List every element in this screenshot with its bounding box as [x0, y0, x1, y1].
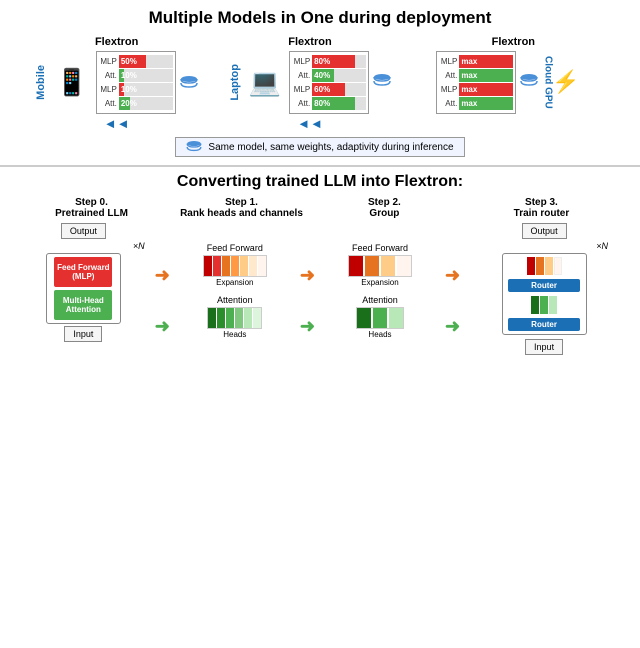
step2-att-label: Attention [362, 295, 398, 305]
diagram-row: Output ×N Feed Forward(MLP) Multi-HeadAt… [10, 223, 630, 355]
step2-ff-label: Feed Forward [352, 243, 408, 253]
step3-input-box: Input [525, 339, 563, 355]
arrow-ff-right-2: ➜ [300, 265, 315, 286]
step1-content: Feed Forward Expansion Attention [172, 223, 298, 339]
step1-att-label: Attention [217, 295, 253, 305]
bottom-section: Converting trained LLM into Flextron: St… [0, 167, 640, 648]
step2-header: Step 2. Group [314, 197, 455, 219]
device-label-laptop: Laptop [229, 64, 241, 101]
main-container: Multiple Models in One during deployment… [0, 0, 640, 648]
step1-heads-bars [207, 307, 262, 329]
arrows-mobile: ◄◄ [104, 116, 130, 131]
step2-content: Feed Forward Expansion Attention [317, 223, 443, 339]
model-bars-1: MLP50% Att.10% MLP10% Att.20% [96, 51, 176, 114]
step3-times-n: ×N [596, 241, 608, 251]
arrow-ff-right: ➜ [155, 265, 170, 286]
step1-expansion-bars [203, 255, 267, 277]
arrows-1-2: ➜ ➜ [300, 223, 315, 337]
arrow-att-right-3: ➜ [445, 316, 460, 337]
arrow-att-right-2: ➜ [300, 316, 315, 337]
bottom-title: Converting trained LLM into Flextron: [10, 173, 630, 191]
step2-heads-label: Heads [368, 330, 391, 339]
ff-mlp-block: Feed Forward(MLP) [54, 257, 112, 287]
phone-icon: 📱 [55, 67, 87, 98]
device-label-cloud: ⚡ Cloud GPU [542, 56, 579, 109]
step-headers: Step 0. Pretrained LLM Step 1. Rank head… [10, 197, 630, 219]
model-bars-3: MLPmax Att.max MLPmax Att.max [436, 51, 516, 114]
step3-content: Output ×N Router [462, 223, 626, 355]
step3-router-att: Router [508, 318, 580, 331]
arrows-laptop: ◄◄ [297, 116, 323, 131]
step0-content: Output ×N Feed Forward(MLP) Multi-HeadAt… [14, 223, 153, 342]
llm-box: Feed Forward(MLP) Multi-HeadAttention [46, 253, 121, 324]
model-inner-2: Laptop 💻 MLP80% Att.40% MLP60% Att.80% [229, 51, 391, 114]
step1-heads-label: Heads [223, 330, 246, 339]
step1-expansion-label: Expansion [216, 278, 253, 287]
legend-box: Same model, same weights, adaptivity dur… [175, 137, 464, 157]
mha-block: Multi-HeadAttention [54, 290, 112, 320]
model-bars-2: MLP80% Att.40% MLP60% Att.80% [289, 51, 369, 114]
model-col-mobile: Flextron Mobile 📱 MLP50% Att.10% MLP10% … [47, 36, 187, 131]
model-inner-1: Mobile 📱 MLP50% Att.10% MLP10% Att.20% [35, 51, 197, 114]
step2-heads-bars [356, 307, 404, 329]
model-label-1: Flextron [95, 36, 138, 48]
step3-box: Router Router [502, 253, 587, 335]
step3-output-box: Output [522, 223, 567, 239]
step3-ff-bars [527, 257, 562, 275]
step1-header: Step 1. Rank heads and channels [171, 197, 312, 219]
device-label-mobile: Mobile [35, 65, 47, 100]
output-box: Output [61, 223, 106, 239]
model-col-cloud: Flextron MLPmax Att.max MLPmax Att.max ⚡… [433, 36, 593, 114]
legend-text: Same model, same weights, adaptivity dur… [208, 142, 453, 153]
arrows-0-1: ➜ ➜ [155, 223, 170, 337]
model-inner-3: MLPmax Att.max MLPmax Att.max ⚡ Cloud GP… [436, 51, 590, 114]
model-label-2: Flextron [288, 36, 331, 48]
step2-ff: Feed Forward Expansion [348, 243, 412, 287]
model-label-3: Flextron [492, 36, 535, 48]
top-title: Multiple Models in One during deployment [10, 8, 630, 28]
model-col-laptop: Flextron Laptop 💻 MLP80% Att.40% MLP60% … [240, 36, 380, 131]
input-box: Input [64, 326, 102, 342]
step1-ff-label: Feed Forward [207, 243, 263, 253]
step3-att-bars [531, 296, 557, 314]
arrow-ff-right-3: ➜ [445, 265, 460, 286]
arrow-att-right: ➜ [155, 316, 170, 337]
models-row: Flextron Mobile 📱 MLP50% Att.10% MLP10% … [10, 36, 630, 131]
step1-ff: Feed Forward Expansion [203, 243, 267, 287]
top-section: Multiple Models in One during deployment… [0, 0, 640, 167]
step1-att: Attention Heads [207, 295, 262, 339]
step3-header: Step 3. Train router [457, 197, 626, 219]
db-icon-2 [373, 74, 391, 91]
db-icon-3 [520, 74, 538, 91]
arrows-2-3: ➜ ➜ [445, 223, 460, 337]
legend-wrapper: Same model, same weights, adaptivity dur… [10, 131, 630, 161]
step0-header: Step 0. Pretrained LLM [14, 197, 169, 219]
step2-expansion-bars [348, 255, 412, 277]
times-n-label: ×N [133, 241, 145, 251]
step2-att: Attention Heads [356, 295, 404, 339]
step3-router-ff: Router [508, 279, 580, 292]
step2-expansion-label: Expansion [361, 278, 398, 287]
db-icon-1 [180, 76, 198, 90]
laptop-icon: 💻 [249, 67, 281, 98]
